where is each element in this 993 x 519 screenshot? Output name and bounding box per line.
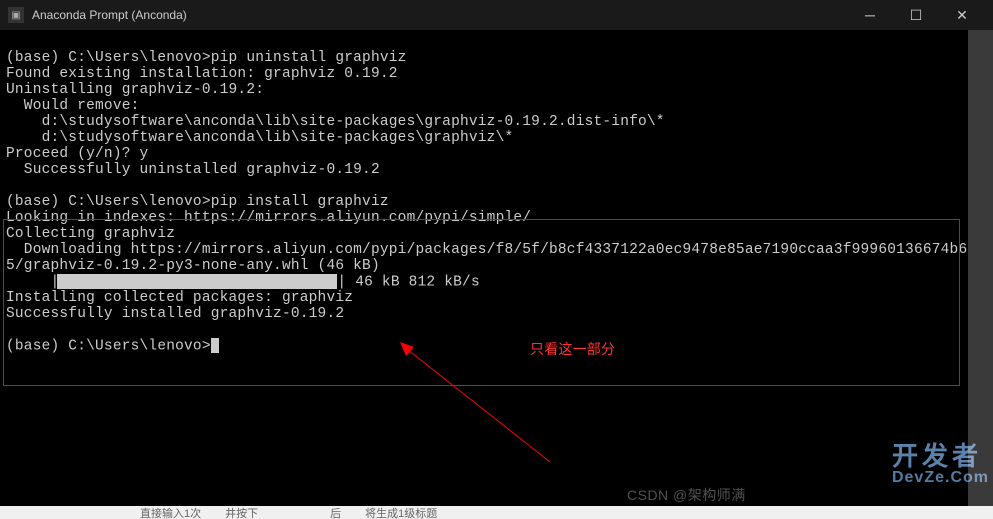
- progress-suffix: | 46 kB 812 kB/s: [337, 274, 479, 290]
- terminal-content[interactable]: (base) C:\Users\lenovo>pip uninstall gra…: [0, 30, 970, 506]
- terminal-line: [6, 34, 964, 50]
- terminal-line: d:\studysoftware\anconda\lib\site-packag…: [6, 130, 964, 146]
- cursor: [211, 338, 219, 353]
- watermark-main: 开发者: [892, 441, 982, 471]
- window-title: Anaconda Prompt (Anconda): [32, 8, 847, 22]
- close-button[interactable]: ✕: [939, 0, 985, 30]
- watermark-csdn: CSDN @架构师满: [627, 485, 746, 505]
- terminal-line: (base) C:\Users\lenovo>pip install graph…: [6, 194, 964, 210]
- prompt: (base) C:\Users\lenovo>: [6, 50, 211, 66]
- terminal-line: Installing collected packages: graphviz: [6, 290, 964, 306]
- terminal-line: [6, 178, 964, 194]
- progress-bar: [57, 274, 337, 289]
- annotation-text: 只看这一部分: [530, 341, 615, 357]
- command: pip install graphviz: [211, 194, 389, 210]
- terminal-line: [6, 322, 964, 338]
- terminal-line: Downloading https://mirrors.aliyun.com/p…: [6, 242, 964, 258]
- terminal-line: (base) C:\Users\lenovo>pip uninstall gra…: [6, 50, 964, 66]
- terminal-line: Successfully uninstalled graphviz-0.19.2: [6, 162, 964, 178]
- app-icon: ▣: [8, 7, 24, 23]
- bottom-text: 将生成1级标题: [365, 506, 437, 519]
- terminal-line: Found existing installation: graphviz 0.…: [6, 66, 964, 82]
- terminal-line: Uninstalling graphviz-0.19.2:: [6, 82, 964, 98]
- editor-bottom-bar: 直接输入1次 井按下 后 将生成1级标题: [0, 506, 993, 519]
- window-controls: ─ ☐ ✕: [847, 0, 985, 30]
- bottom-text: 井按下: [225, 506, 258, 519]
- terminal-line: Successfully installed graphviz-0.19.2: [6, 306, 964, 322]
- terminal-line: 5/graphviz-0.19.2-py3-none-any.whl (46 k…: [6, 258, 964, 274]
- prompt: (base) C:\Users\lenovo>: [6, 194, 211, 210]
- progress-prefix: |: [6, 274, 59, 290]
- window-titlebar: ▣ Anaconda Prompt (Anconda) ─ ☐ ✕: [0, 0, 993, 30]
- terminal-line: Proceed (y/n)? y: [6, 146, 964, 162]
- command: pip uninstall graphviz: [211, 50, 407, 66]
- terminal-line: Collecting graphviz: [6, 226, 964, 242]
- minimize-button[interactable]: ─: [847, 0, 893, 30]
- terminal-line: (base) C:\Users\lenovo>: [6, 338, 964, 354]
- terminal-line: | | 46 kB 812 kB/s: [6, 274, 964, 290]
- maximize-button[interactable]: ☐: [893, 0, 939, 30]
- annotation-arrow: [400, 342, 580, 472]
- watermark-sub: DevZe.Com: [892, 469, 989, 487]
- terminal-line: Would remove:: [6, 98, 964, 114]
- watermark-devze: 开发者 DevZe.Com: [892, 436, 989, 487]
- prompt: (base) C:\Users\lenovo>: [6, 339, 211, 355]
- bottom-text: 直接输入1次: [140, 506, 201, 519]
- terminal-line: d:\studysoftware\anconda\lib\site-packag…: [6, 114, 964, 130]
- terminal-line: Looking in indexes: https://mirrors.aliy…: [6, 210, 964, 226]
- bottom-text: 后: [330, 506, 341, 519]
